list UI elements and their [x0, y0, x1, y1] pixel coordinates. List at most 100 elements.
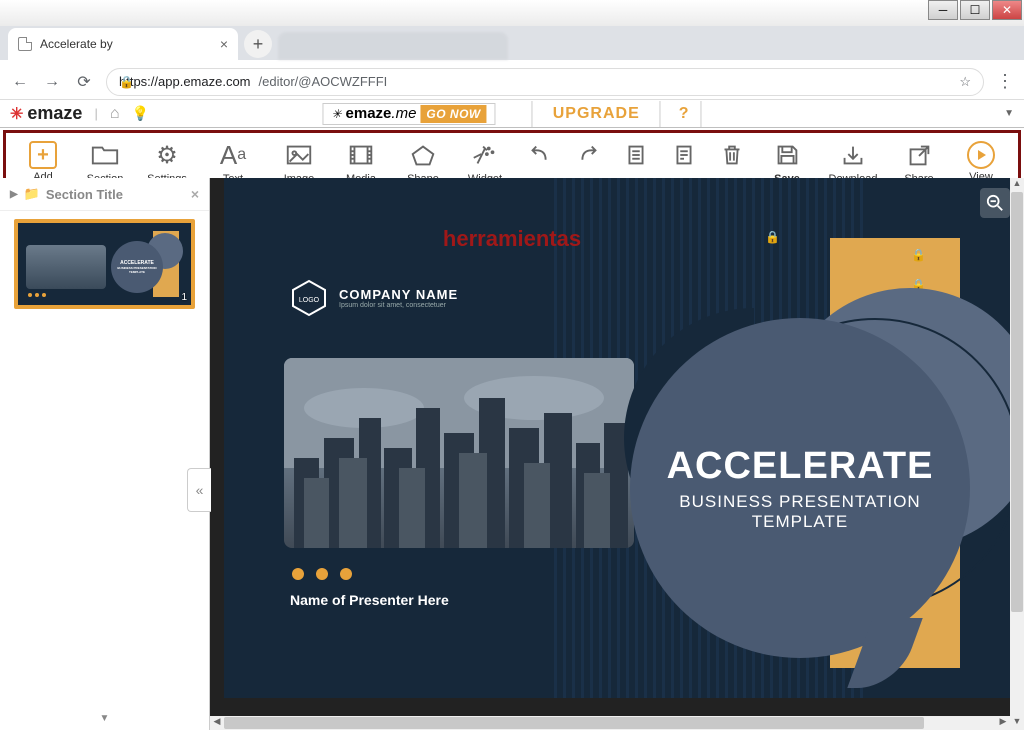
- browser-tab-active[interactable]: Accelerate by ×: [8, 28, 238, 60]
- city-image[interactable]: [284, 358, 634, 548]
- view-button[interactable]: View: [950, 139, 1012, 183]
- window-close-button[interactable]: ✕: [992, 0, 1022, 20]
- company-block[interactable]: LOGO COMPANY NAME Ipsum dolor sit amet, …: [289, 278, 458, 318]
- download-icon: [838, 139, 868, 171]
- workspace: ▶ 📁 Section Title × ACCELERATE BUSINESS …: [0, 178, 1024, 730]
- save-icon: [772, 139, 802, 171]
- help-button[interactable]: ?: [667, 101, 702, 127]
- url-path: /editor/@AOCWZFFFI: [259, 74, 388, 89]
- trash-icon: [717, 139, 747, 171]
- scrollbar-thumb-h[interactable]: [224, 717, 924, 729]
- page-icon: [18, 37, 32, 51]
- magnifier-icon: [986, 194, 1004, 212]
- scroll-left-icon[interactable]: ◀: [210, 716, 224, 730]
- slide-number: 1: [181, 292, 187, 303]
- thumb-city-image: [26, 245, 106, 289]
- window-minimize-button[interactable]: ─: [928, 0, 958, 20]
- redo-button[interactable]: [564, 139, 612, 171]
- thumb-sub2: TEMPLATE: [129, 270, 145, 274]
- slide-dots[interactable]: [292, 568, 352, 580]
- scroll-down-icon[interactable]: ▼: [1010, 716, 1024, 730]
- emaze-logo-text: emaze: [27, 103, 82, 124]
- title-circle[interactable]: ACCELERATE BUSINESS PRESENTATION TEMPLAT…: [630, 318, 970, 658]
- share-icon: [904, 139, 934, 171]
- paste-icon: [669, 139, 699, 171]
- image-icon: [284, 139, 314, 171]
- separator: |: [94, 106, 97, 121]
- delete-button[interactable]: [708, 139, 756, 171]
- browser-tab-strip: Accelerate by × +: [0, 26, 1024, 60]
- redo-icon: [573, 139, 603, 171]
- annotation-label: herramientas: [443, 226, 581, 252]
- collapse-triangle-icon: ▶: [10, 189, 18, 200]
- header-dropdown-icon[interactable]: ▼: [1004, 108, 1014, 119]
- back-button[interactable]: ←: [10, 73, 30, 91]
- lightbulb-icon[interactable]: 💡: [132, 105, 149, 122]
- slide-subtitle-2: TEMPLATE: [752, 512, 848, 532]
- browser-address-bar: ← → ⟳ 🔒 https://app.emaze.com/editor/@AO…: [0, 64, 1024, 100]
- go-now-button[interactable]: GO NOW: [420, 105, 486, 123]
- slides-sidebar: ▶ 📁 Section Title × ACCELERATE BUSINESS …: [0, 178, 210, 730]
- emaze-logo-icon: [10, 104, 23, 124]
- zoom-button[interactable]: [980, 188, 1010, 218]
- paste-button[interactable]: [660, 139, 708, 171]
- home-icon[interactable]: ⌂: [110, 105, 120, 123]
- gear-icon: ⚙: [156, 139, 178, 171]
- upgrade-button[interactable]: UPGRADE: [532, 101, 661, 127]
- add-button[interactable]: + Add: [12, 139, 74, 183]
- browser-menu-button[interactable]: ⋮: [996, 71, 1014, 92]
- play-icon: [967, 141, 995, 169]
- window-maximize-button[interactable]: ☐: [960, 0, 990, 20]
- copy-icon: [621, 139, 651, 171]
- reload-button[interactable]: ⟳: [74, 72, 94, 92]
- tab-title: Accelerate by: [40, 37, 113, 51]
- undo-button[interactable]: [516, 139, 564, 171]
- hexagon-logo-icon: LOGO: [289, 278, 329, 318]
- emaze-logo[interactable]: emaze: [10, 103, 82, 124]
- text-icon: Aa: [220, 139, 246, 171]
- svg-text:LOGO: LOGO: [299, 297, 320, 304]
- folder-icon: [90, 139, 120, 171]
- scroll-right-icon[interactable]: ▶: [996, 716, 1010, 730]
- slide-title: ACCELERATE: [667, 445, 934, 488]
- emaze-me-icon: ✳: [331, 107, 341, 121]
- lock-icon: 🔒: [119, 75, 134, 89]
- shape-icon: [408, 139, 438, 171]
- bookmark-star-icon[interactable]: ☆: [959, 74, 971, 90]
- url-field[interactable]: 🔒 https://app.emaze.com/editor/@AOCWZFFF…: [106, 68, 984, 96]
- emaze-me-label: emaze.me: [346, 105, 417, 122]
- slide-canvas[interactable]: 🔒 🔒 🔒 🔒 LOGO COMPANY NAME Ipsum dolor si…: [224, 178, 1010, 698]
- url-host: https://app.emaze.com: [119, 74, 251, 89]
- app-header: emaze | ⌂ 💡 ✳ emaze.me GO NOW UPGRADE ? …: [0, 100, 1024, 128]
- company-name: COMPANY NAME: [339, 287, 458, 302]
- section-title-label: Section Title: [46, 187, 123, 202]
- new-tab-button[interactable]: +: [244, 30, 272, 58]
- media-icon: [346, 139, 376, 171]
- emaze-me-badge[interactable]: ✳ emaze.me GO NOW: [322, 103, 495, 125]
- vertical-scrollbar[interactable]: ▲ ▼: [1010, 178, 1024, 730]
- undo-icon: [525, 139, 555, 171]
- section-header[interactable]: ▶ 📁 Section Title ×: [0, 178, 209, 211]
- sidebar-footer-dropdown[interactable]: ▼: [0, 707, 209, 730]
- sidebar-collapse-button[interactable]: «: [187, 468, 211, 512]
- tab-close-button[interactable]: ×: [220, 36, 228, 52]
- slide-subtitle-1: BUSINESS PRESENTATION: [679, 492, 920, 512]
- canvas-area[interactable]: 🔒 🔒 🔒 🔒 LOGO COMPANY NAME Ipsum dolor si…: [210, 178, 1024, 730]
- lock-icon: 🔒: [911, 248, 926, 262]
- slide-thumbnail[interactable]: ACCELERATE BUSINESS PRESENTATION TEMPLAT…: [14, 219, 195, 309]
- copy-button[interactable]: [612, 139, 660, 171]
- horizontal-scrollbar[interactable]: ◀ ▶: [210, 716, 1010, 730]
- presenter-name[interactable]: Name of Presenter Here: [290, 592, 449, 608]
- browser-tab-inactive[interactable]: [278, 32, 508, 60]
- forward-button[interactable]: →: [42, 73, 62, 91]
- company-tagline: Ipsum dolor sit amet, consectetuer: [339, 302, 458, 309]
- section-close-button[interactable]: ×: [191, 186, 199, 202]
- lock-icon: 🔒: [765, 230, 780, 244]
- widget-icon: [470, 139, 500, 171]
- thumb-circle-front: ACCELERATE BUSINESS PRESENTATION TEMPLAT…: [111, 241, 163, 293]
- folder-small-icon: 📁: [24, 186, 40, 202]
- scrollbar-thumb[interactable]: [1011, 192, 1023, 612]
- thumb-dots: [28, 293, 46, 297]
- scroll-up-icon[interactable]: ▲: [1010, 178, 1024, 192]
- plus-icon: +: [29, 141, 57, 169]
